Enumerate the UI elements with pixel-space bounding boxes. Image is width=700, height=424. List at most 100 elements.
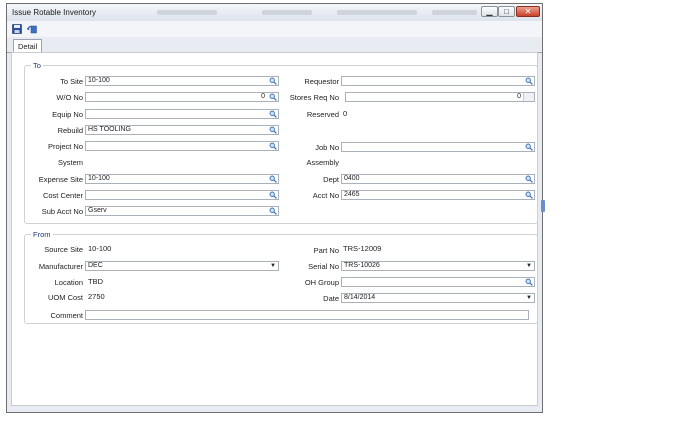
uom-cost-value: 2750	[88, 292, 105, 301]
location-label: Location	[54, 278, 83, 287]
save-button[interactable]	[12, 24, 22, 34]
blurred-title-area	[337, 10, 417, 15]
window-title: Issue Rotable Inventory	[12, 8, 97, 17]
to-group-legend: To	[31, 61, 43, 70]
wo-no-field[interactable]: 0	[85, 92, 279, 102]
title-bar: Issue Rotable Inventory ▁ □ ✕	[7, 4, 542, 22]
from-group-legend: From	[31, 230, 53, 239]
reserved-value: 0	[343, 109, 348, 118]
oh-group-lookup-button[interactable]	[524, 278, 534, 286]
chevron-down-icon[interactable]: ▼	[269, 262, 277, 270]
detail-panel: To To Site 10-100 W/O No 0 Equip No Rebu…	[11, 52, 538, 406]
equip-no-lookup-button[interactable]	[268, 110, 278, 118]
tab-strip: Detail	[7, 37, 542, 53]
expense-site-label: Expense Site	[38, 175, 83, 184]
magnifier-icon	[269, 142, 277, 150]
magnifier-icon	[269, 126, 277, 134]
serial-no-select[interactable]: TRS-10026 ▼	[341, 261, 535, 271]
requestor-field[interactable]	[341, 76, 535, 86]
close-button[interactable]: ✕	[516, 6, 540, 17]
rebuild-field[interactable]: HS TOOLING	[85, 125, 279, 135]
job-no-lookup-button[interactable]	[524, 143, 534, 151]
comment-label: Comment	[50, 311, 83, 320]
magnifier-icon	[525, 278, 533, 286]
assembly-label: Assembly	[306, 158, 339, 167]
uom-cost-label: UOM Cost	[47, 293, 83, 302]
close-icon: ✕	[524, 7, 532, 16]
from-group: From Source Site 10-100 Manufacturer DEC…	[24, 230, 538, 324]
equip-no-label: Equip No	[52, 110, 83, 119]
comment-input[interactable]	[85, 310, 529, 320]
oh-group-label: OH Group	[304, 278, 339, 287]
blurred-title-area	[157, 10, 217, 15]
blurred-title-area	[432, 10, 477, 15]
project-no-field[interactable]	[85, 141, 279, 151]
sub-acct-no-label: Sub Acct No	[41, 207, 83, 216]
cost-center-label: Cost Center	[42, 191, 83, 200]
rebuild-lookup-button[interactable]	[268, 126, 278, 134]
expense-site-field[interactable]: 10-100	[85, 174, 279, 184]
date-picker[interactable]: 8/14/2014 ▼	[341, 293, 535, 303]
oh-group-field[interactable]	[341, 277, 535, 287]
save-icon	[12, 24, 22, 34]
maximize-button[interactable]: □	[498, 6, 515, 17]
undo-icon	[27, 25, 37, 34]
magnifier-icon	[525, 143, 533, 151]
undo-button[interactable]	[27, 24, 37, 34]
serial-no-label: Serial No	[308, 262, 339, 271]
to-site-label: To Site	[60, 77, 83, 86]
date-label: Date	[323, 294, 339, 303]
minimize-button[interactable]: ▁	[481, 6, 498, 17]
chevron-down-icon[interactable]: ▼	[525, 294, 533, 302]
requestor-lookup-button[interactable]	[524, 77, 534, 85]
tab-detail[interactable]: Detail	[13, 39, 43, 53]
project-no-label: Project No	[47, 142, 83, 151]
dept-lookup-button[interactable]	[524, 175, 534, 183]
magnifier-icon	[525, 77, 533, 85]
window-edge-marker	[541, 200, 545, 212]
acct-no-label: Acct No	[312, 191, 339, 200]
to-site-lookup-button[interactable]	[268, 77, 278, 85]
magnifier-icon	[269, 207, 277, 215]
magnifier-icon	[269, 175, 277, 183]
cost-center-lookup-button[interactable]	[268, 191, 278, 199]
sub-acct-no-lookup-button[interactable]	[268, 207, 278, 215]
toolbar	[7, 21, 542, 37]
magnifier-icon	[525, 191, 533, 199]
minimize-icon: ▁	[486, 7, 493, 16]
acct-no-lookup-button[interactable]	[524, 191, 534, 199]
job-no-field[interactable]	[341, 142, 535, 152]
dept-field[interactable]: 0400	[341, 174, 535, 184]
stores-req-no-field[interactable]: 0	[345, 92, 535, 102]
source-site-value: 10-100	[88, 244, 112, 253]
magnifier-icon	[269, 93, 277, 101]
source-site-label: Source Site	[44, 245, 83, 254]
reserved-label: Reserved	[306, 110, 339, 119]
wo-no-label: W/O No	[56, 93, 83, 102]
sub-acct-no-field[interactable]: Gserv	[85, 206, 279, 216]
project-no-lookup-button[interactable]	[268, 142, 278, 150]
expense-site-lookup-button[interactable]	[268, 175, 278, 183]
wo-no-lookup-button[interactable]	[268, 93, 278, 101]
to-site-field[interactable]: 10-100	[85, 76, 279, 86]
system-label: System	[57, 158, 83, 167]
maximize-icon: □	[504, 7, 509, 16]
requestor-label: Requestor	[304, 77, 339, 86]
manufacturer-label: Manufacturer	[38, 262, 83, 271]
equip-no-field[interactable]	[85, 109, 279, 119]
manufacturer-select[interactable]: DEC ▼	[85, 261, 279, 271]
chevron-down-icon[interactable]: ▼	[525, 262, 533, 270]
magnifier-icon	[269, 191, 277, 199]
issue-rotable-inventory-window: Issue Rotable Inventory ▁ □ ✕ Detail To …	[6, 3, 543, 413]
magnifier-icon	[269, 77, 277, 85]
location-value: TBD	[88, 277, 103, 286]
magnifier-icon	[269, 110, 277, 118]
stores-req-no-label: Stores Req No	[289, 93, 339, 102]
acct-no-field[interactable]: 2465	[341, 190, 535, 200]
blurred-title-area	[262, 10, 312, 15]
stores-req-no-spinner[interactable]	[523, 93, 534, 101]
magnifier-icon	[525, 175, 533, 183]
job-no-label: Job No	[315, 143, 339, 152]
cost-center-field[interactable]	[85, 190, 279, 200]
part-no-value: TRS-12009	[343, 244, 382, 253]
